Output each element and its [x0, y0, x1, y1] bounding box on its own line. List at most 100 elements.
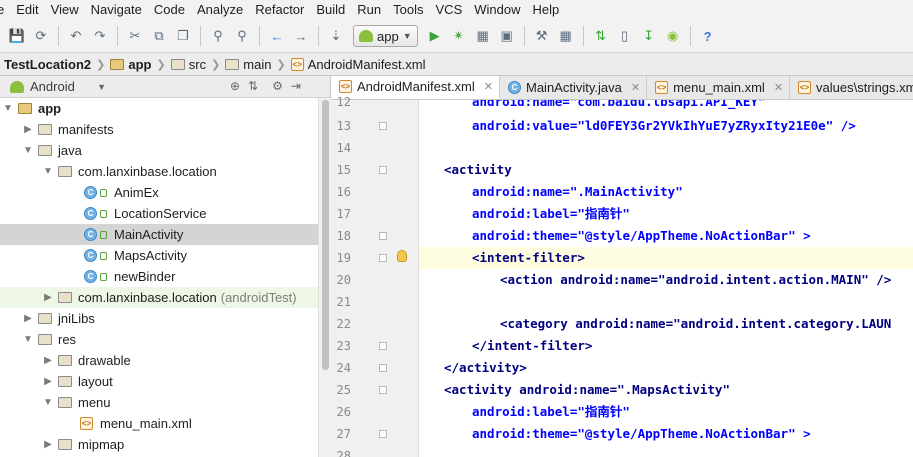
tree-item-package-androidtest[interactable]: ▶ com.lanxinbase.location (androidTest)	[0, 287, 318, 308]
menu-edit[interactable]: Edit	[10, 0, 44, 20]
tree-item-animex[interactable]: C AnimEx	[0, 182, 318, 203]
run-configuration-select[interactable]: app ▼	[353, 25, 418, 47]
tree-item-label: MainActivity	[114, 227, 184, 242]
tree-item-mipmap[interactable]: ▶ mipmap	[0, 434, 318, 455]
expand-arrow-icon[interactable]: ▼	[2, 103, 14, 114]
fold-marker-icon[interactable]	[379, 254, 387, 262]
tree-item-drawable[interactable]: ▶ drawable	[0, 350, 318, 371]
collapse-arrow-icon[interactable]: ▶	[42, 439, 54, 450]
collapse-all-icon[interactable]: ⇅	[248, 79, 258, 93]
tree-item-res[interactable]: ▼ res	[0, 329, 318, 350]
undo-icon[interactable]: ↶	[65, 25, 87, 47]
tree-item-java[interactable]: ▼ java	[0, 140, 318, 161]
copy-icon[interactable]: ⧉	[148, 25, 170, 47]
help-icon[interactable]: ?	[697, 25, 719, 47]
expand-arrow-icon[interactable]: ▼	[42, 166, 54, 177]
chevron-right-icon: ❯	[96, 58, 106, 71]
sync-icon[interactable]: ⟳	[30, 25, 52, 47]
locate-icon[interactable]: ⊕	[230, 79, 240, 93]
expand-arrow-icon[interactable]: ▼	[22, 334, 34, 345]
tree-item-mainactivity[interactable]: C MainActivity	[0, 224, 318, 245]
breadcrumb-src[interactable]: src	[170, 57, 206, 72]
settings-icon[interactable]: ▦	[555, 25, 577, 47]
fold-marker-icon[interactable]	[379, 232, 387, 240]
hide-panel-icon[interactable]: ⇥	[291, 79, 301, 93]
menu-navigate[interactable]: Navigate	[85, 0, 148, 20]
menu-code[interactable]: Code	[148, 0, 191, 20]
attach-debugger-icon[interactable]: ▣	[496, 25, 518, 47]
close-icon[interactable]: ✕	[631, 81, 640, 94]
fold-marker-icon[interactable]	[379, 122, 387, 130]
menu-analyze[interactable]: Analyze	[191, 0, 249, 20]
breadcrumb-project[interactable]: TestLocation2	[4, 57, 91, 72]
tab-mainactivity[interactable]: C MainActivity.java ✕	[500, 76, 648, 99]
fold-marker-icon[interactable]	[379, 386, 387, 394]
coverage-icon[interactable]: ▦	[472, 25, 494, 47]
fold-marker-icon[interactable]	[379, 430, 387, 438]
tree-item-locationservice[interactable]: C LocationService	[0, 203, 318, 224]
find-icon[interactable]: ⚲	[207, 25, 229, 47]
toolbar-separator	[523, 26, 525, 46]
forward-icon[interactable]: →	[290, 25, 312, 47]
tree-item-label: menu	[78, 395, 111, 410]
debug-icon[interactable]: ✴	[448, 25, 470, 47]
tree-item-mapsactivity[interactable]: C MapsActivity	[0, 245, 318, 266]
collapse-arrow-icon[interactable]: ▶	[22, 124, 34, 135]
android-monitor-icon[interactable]: ◉	[662, 25, 684, 47]
close-icon[interactable]: ✕	[484, 80, 493, 93]
menu-help[interactable]: Help	[527, 0, 566, 20]
project-scrollbar[interactable]	[318, 98, 331, 457]
line-number: 26	[336, 405, 351, 419]
cut-icon[interactable]: ✂	[124, 25, 146, 47]
expand-arrow-icon[interactable]: ▼	[42, 397, 54, 408]
tree-item-jnilibs[interactable]: ▶ jniLibs	[0, 308, 318, 329]
fold-marker-icon[interactable]	[379, 364, 387, 372]
make-project-icon[interactable]: ⇣	[325, 25, 347, 47]
fold-marker-icon[interactable]	[379, 342, 387, 350]
lightbulb-icon[interactable]	[397, 250, 407, 262]
tree-item-layout[interactable]: ▶ layout	[0, 371, 318, 392]
save-all-icon[interactable]: 💾	[6, 25, 28, 47]
close-icon[interactable]: ✕	[774, 81, 783, 94]
tab-strings[interactable]: <> values\strings.xml	[790, 76, 913, 99]
collapse-arrow-icon[interactable]: ▶	[22, 313, 34, 324]
menu-window[interactable]: Window	[468, 0, 526, 20]
code-content[interactable]: android:name="com.baidu.lbsapi.API_KEY" …	[419, 100, 913, 457]
tree-item-package[interactable]: ▼ com.lanxinbase.location	[0, 161, 318, 182]
paste-icon[interactable]: ❐	[172, 25, 194, 47]
project-structure-icon[interactable]: ⚒	[531, 25, 553, 47]
fold-marker-icon[interactable]	[379, 166, 387, 174]
breadcrumb-module[interactable]: app	[110, 57, 152, 72]
collapse-arrow-icon[interactable]: ▶	[42, 355, 54, 366]
breadcrumb-file[interactable]: <> AndroidManifest.xml	[290, 57, 425, 72]
tree-item-manifests[interactable]: ▶ manifests	[0, 119, 318, 140]
menu-build[interactable]: Build	[310, 0, 351, 20]
collapse-arrow-icon[interactable]: ▶	[42, 292, 54, 303]
sdk-manager-icon[interactable]: ↧	[638, 25, 660, 47]
tree-item-menu[interactable]: ▼ menu	[0, 392, 318, 413]
menu-file[interactable]: e	[0, 0, 10, 20]
code-line: android:theme="@style/AppTheme.NoActionB…	[472, 426, 811, 441]
avd-manager-icon[interactable]: ▯	[614, 25, 636, 47]
menu-vcs[interactable]: VCS	[430, 0, 469, 20]
replace-icon[interactable]: ⚲	[231, 25, 253, 47]
collapse-arrow-icon[interactable]: ▶	[42, 376, 54, 387]
tree-item-app[interactable]: ▼ app	[0, 98, 318, 119]
tab-androidmanifest[interactable]: <> AndroidManifest.xml ✕	[331, 76, 500, 99]
project-view-select[interactable]: Android ▼	[10, 79, 106, 94]
gradle-sync-icon[interactable]: ⇅	[590, 25, 612, 47]
run-icon[interactable]: ▶	[424, 25, 446, 47]
back-icon[interactable]: ←	[266, 25, 288, 47]
redo-icon[interactable]: ↷	[89, 25, 111, 47]
menu-run[interactable]: Run	[351, 0, 387, 20]
tree-item-newbinder[interactable]: C newBinder	[0, 266, 318, 287]
expand-arrow-icon[interactable]: ▼	[22, 145, 34, 156]
menu-view[interactable]: View	[45, 0, 85, 20]
menu-refactor[interactable]: Refactor	[249, 0, 310, 20]
gear-icon[interactable]: ⚙	[272, 79, 283, 93]
tab-menu-main[interactable]: <> menu_main.xml ✕	[647, 76, 791, 99]
tree-item-menu-main-xml[interactable]: <> menu_main.xml	[0, 413, 318, 434]
breadcrumb-main[interactable]: main	[225, 57, 271, 72]
project-scrollbar-thumb[interactable]	[322, 100, 329, 370]
menu-tools[interactable]: Tools	[387, 0, 429, 20]
